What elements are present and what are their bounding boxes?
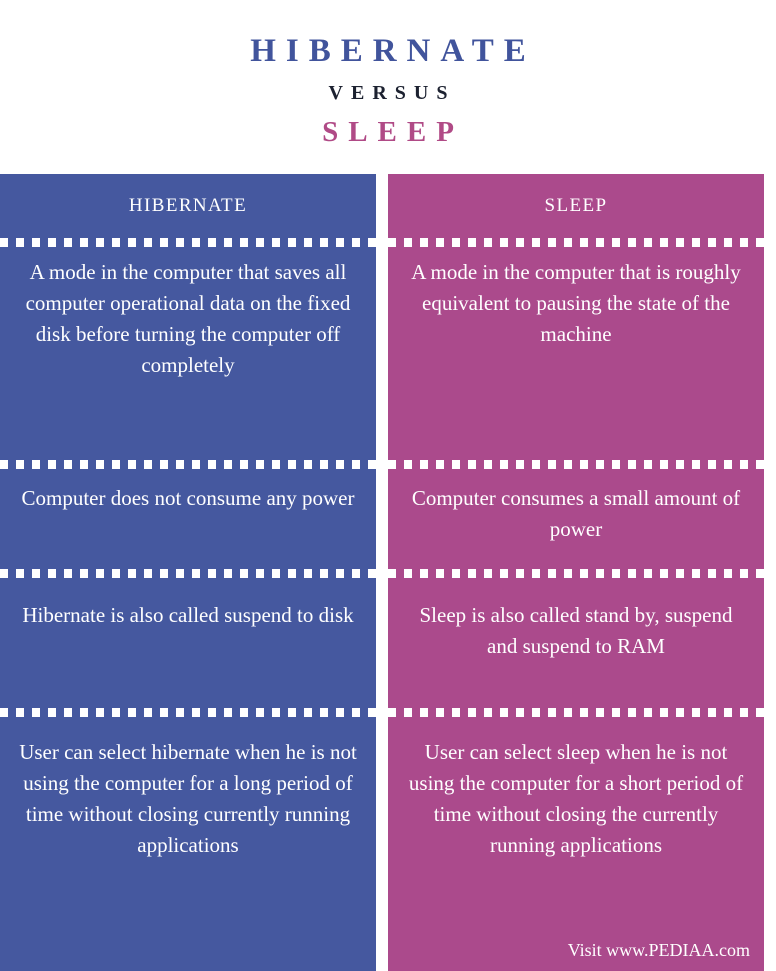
cell-text: User can select hibernate when he is not… bbox=[19, 740, 357, 857]
cell-text: Computer consumes a small amount of powe… bbox=[411, 486, 741, 541]
attribution-label: Visit www.PEDIAA.com bbox=[567, 940, 750, 960]
comparison-infographic: HIBERNATE VERSUS SLEEP HIBERNATE A mode … bbox=[0, 0, 776, 971]
cell-text: A mode in the computer that is roughly e… bbox=[411, 260, 741, 346]
column-divider bbox=[376, 174, 388, 971]
cell-text: User can select sleep when he is not usi… bbox=[408, 740, 744, 857]
column-header-hibernate: HIBERNATE bbox=[128, 195, 248, 216]
cell-spacer bbox=[388, 887, 764, 940]
page-title: HIBERNATE bbox=[250, 33, 536, 69]
page-subtitle: SLEEP bbox=[322, 115, 464, 148]
cell-text: A mode in the computer that saves all co… bbox=[25, 260, 351, 377]
column-sleep: SLEEP A mode in the computer that is rou… bbox=[388, 174, 764, 971]
cell-text: Sleep is also called stand by, suspend a… bbox=[419, 603, 733, 658]
cell-text: Computer does not consume any power bbox=[21, 486, 355, 510]
versus-label: VERSUS bbox=[328, 81, 456, 104]
row-separator bbox=[0, 460, 376, 469]
table-cell-hibernate-row-4: User can select hibernate when he is not… bbox=[0, 717, 376, 971]
cell-text: Hibernate is also called suspend to disk bbox=[22, 603, 354, 627]
column-header-sleep: SLEEP bbox=[544, 195, 608, 216]
row-separator bbox=[0, 708, 376, 717]
row-separator bbox=[388, 569, 764, 578]
title-block: HIBERNATE VERSUS SLEEP bbox=[0, 0, 776, 174]
table-cell-hibernate-row-3: Hibernate is also called suspend to disk bbox=[0, 578, 376, 708]
table-cell-sleep-row-3: Sleep is also called stand by, suspend a… bbox=[388, 578, 764, 708]
table-cell-sleep-row-1: A mode in the computer that is roughly e… bbox=[388, 247, 764, 460]
table-cell-hibernate-row-1: A mode in the computer that saves all co… bbox=[0, 247, 376, 460]
comparison-table: HIBERNATE A mode in the computer that sa… bbox=[0, 174, 776, 971]
row-separator bbox=[388, 238, 764, 247]
row-separator bbox=[0, 569, 376, 578]
row-separator bbox=[0, 238, 376, 247]
column-hibernate: HIBERNATE A mode in the computer that sa… bbox=[0, 174, 376, 971]
row-separator bbox=[388, 708, 764, 717]
row-separator bbox=[388, 460, 764, 469]
table-cell-sleep-row-4: User can select sleep when he is not usi… bbox=[388, 717, 764, 887]
table-cell-sleep-row-2: Computer consumes a small amount of powe… bbox=[388, 469, 764, 569]
table-cell-hibernate-row-2: Computer does not consume any power bbox=[0, 469, 376, 569]
